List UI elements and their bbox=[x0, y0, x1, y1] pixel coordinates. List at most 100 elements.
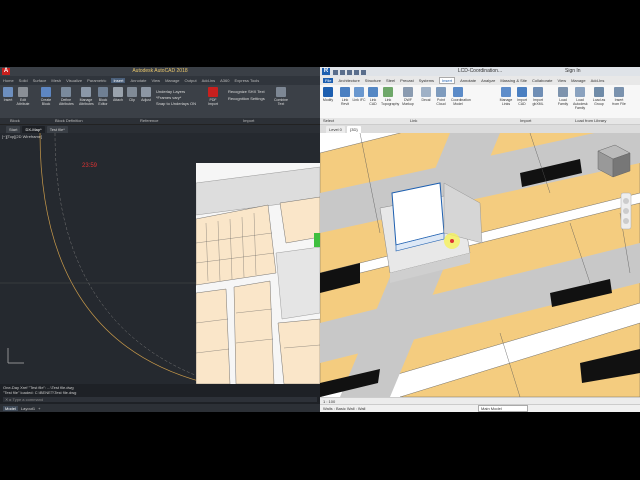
quick-access-toolbar[interactable] bbox=[333, 69, 368, 78]
revit-tab[interactable]: Steel bbox=[386, 78, 395, 83]
decal-button[interactable]: Decal bbox=[419, 87, 433, 102]
editor-icon bbox=[98, 87, 108, 97]
revit-ribbon: Modify Link Revit Link IFC Link CAD Link… bbox=[320, 85, 640, 125]
manage-attributes-button[interactable]: Manage Attributes bbox=[79, 87, 94, 106]
adjust-icon bbox=[141, 87, 151, 97]
revit-tab[interactable]: Massing & Site bbox=[500, 78, 527, 83]
tab-add[interactable]: + bbox=[38, 406, 40, 411]
command-placeholder[interactable]: Type a command bbox=[13, 397, 44, 402]
acad-tab[interactable]: Mesh bbox=[51, 78, 61, 83]
insert-from-file-button[interactable]: Insert from File bbox=[612, 87, 626, 106]
link-revit-button[interactable]: Link Revit bbox=[338, 87, 352, 106]
snap-underlays-dropdown[interactable]: Snap to Underlays ON bbox=[156, 101, 196, 107]
attribute-icon bbox=[18, 87, 28, 97]
revit-logo-icon[interactable]: R bbox=[322, 68, 330, 75]
panel-block[interactable]: Block bbox=[10, 118, 20, 124]
revit-tab[interactable]: Manage bbox=[571, 78, 585, 83]
revit-tab[interactable]: Add-Ins bbox=[591, 78, 605, 83]
panel-load-from-library[interactable]: Load from Library bbox=[575, 118, 606, 124]
acad-tab[interactable]: Add-ins bbox=[202, 78, 216, 83]
acad-drawing-area[interactable]: [−][Top][2D Wireframe] 23:59 bbox=[0, 133, 320, 384]
revit-3d-view[interactable] bbox=[320, 133, 640, 397]
acad-tab[interactable]: Home bbox=[3, 78, 14, 83]
revit-title: LCD-Coordination... bbox=[457, 68, 503, 74]
panel-import[interactable]: Import bbox=[243, 118, 254, 124]
clip-icon bbox=[127, 87, 137, 97]
panel-block-definition[interactable]: Block Definition bbox=[55, 118, 83, 124]
acad-tab[interactable]: Express Tools bbox=[234, 78, 259, 83]
acad-tab[interactable]: A360 bbox=[220, 78, 229, 83]
acad-tab[interactable]: Surface bbox=[33, 78, 47, 83]
load-family-button[interactable]: Load Family bbox=[556, 87, 570, 106]
revit-tab[interactable]: Analyze bbox=[481, 78, 495, 83]
panel-select[interactable]: Select bbox=[323, 118, 334, 124]
view-tab-level-0[interactable]: Level 0 bbox=[326, 126, 345, 133]
view-tab-3d[interactable]: {3D} bbox=[346, 126, 361, 133]
import-gbxml-button[interactable]: Import gbXML bbox=[531, 87, 545, 106]
load-family-icon bbox=[558, 87, 568, 97]
paperclip-icon bbox=[113, 87, 123, 97]
link-ifc-icon bbox=[354, 87, 364, 97]
link-ifc-button[interactable]: Link IFC bbox=[352, 87, 366, 102]
tab-layout1[interactable]: Layout1 bbox=[21, 406, 35, 411]
file-tab-dx-map[interactable]: DX-Map* bbox=[22, 126, 45, 133]
navigation-bar[interactable] bbox=[620, 192, 632, 230]
bottom-letterbox bbox=[0, 412, 640, 480]
revit-tab[interactable]: Annotate bbox=[460, 78, 476, 83]
block-editor-button[interactable]: Block Editor bbox=[96, 87, 110, 106]
revit-tab[interactable]: Precast bbox=[400, 78, 414, 83]
panel-reference[interactable]: Reference bbox=[140, 118, 158, 124]
edit-attribute-button[interactable]: Edit Attribute bbox=[16, 87, 30, 106]
dwf-icon bbox=[403, 87, 413, 97]
attach-button[interactable]: Attach bbox=[111, 87, 125, 102]
panel-link[interactable]: Link bbox=[410, 118, 417, 124]
revit-tab[interactable]: View bbox=[557, 78, 566, 83]
acad-tab[interactable]: Solid bbox=[19, 78, 28, 83]
link-topography-button[interactable]: Link Topography bbox=[381, 87, 399, 106]
revit-tab[interactable]: Architecture bbox=[338, 78, 359, 83]
acad-tab[interactable]: Output bbox=[185, 78, 197, 83]
combine-text-button[interactable]: Combine Text bbox=[274, 87, 288, 106]
acad-tab-insert[interactable]: Insert bbox=[111, 78, 126, 83]
manage-links-button[interactable]: Manage Links bbox=[499, 87, 513, 106]
revit-tab-file[interactable]: File bbox=[323, 78, 334, 83]
tab-model[interactable]: Model bbox=[3, 405, 18, 411]
acad-command-line: One-Day Xref "Test file": ...\Test file.… bbox=[0, 384, 320, 404]
create-block-button[interactable]: Create Block bbox=[39, 87, 53, 106]
coordination-model-button[interactable]: Coordination Model bbox=[451, 87, 471, 106]
define-attributes-button[interactable]: Define Attributes bbox=[59, 87, 74, 106]
main-model-dropdown[interactable]: Main Model bbox=[478, 405, 528, 412]
link-cad-button[interactable]: Link CAD bbox=[366, 87, 380, 106]
import-cad-button[interactable]: Import CAD bbox=[515, 87, 529, 106]
point-cloud-button[interactable]: Point Cloud bbox=[434, 87, 448, 106]
map-underlay[interactable] bbox=[196, 163, 320, 384]
sign-in-link[interactable]: Sign In bbox=[565, 67, 581, 76]
load-as-group-button[interactable]: Load as Group bbox=[592, 87, 606, 106]
pdf-import-button[interactable]: PDF Import bbox=[206, 87, 220, 106]
clip-button[interactable]: Clip bbox=[125, 87, 139, 102]
command-input[interactable]: ✕ ▸ Type a command bbox=[3, 397, 317, 402]
autocad-logo-icon[interactable]: A bbox=[2, 68, 10, 75]
recognition-settings-button[interactable]: Recognition Settings bbox=[228, 95, 265, 102]
acad-tab[interactable]: View bbox=[151, 78, 160, 83]
panel-import[interactable]: Import bbox=[520, 118, 531, 124]
revit-tab[interactable]: Structure bbox=[365, 78, 381, 83]
dwf-markup-button[interactable]: DWF Markup bbox=[401, 87, 415, 106]
insert-block-button[interactable]: Insert bbox=[1, 87, 15, 102]
acad-tab[interactable]: Annotate bbox=[130, 78, 146, 83]
acad-title: Autodesk AutoCAD 2018 bbox=[132, 68, 188, 74]
acad-tab[interactable]: Parametric bbox=[87, 78, 106, 83]
file-tab-test-file[interactable]: Test file* bbox=[46, 126, 68, 133]
recognize-shx-text-button[interactable]: Recognize SHX Text bbox=[228, 88, 265, 95]
revit-tab[interactable]: Systems bbox=[419, 78, 434, 83]
arc-curve bbox=[39, 133, 211, 384]
revit-window: R LCD-Coordination... Sign In File Archi… bbox=[320, 67, 640, 412]
acad-tab[interactable]: Visualize bbox=[66, 78, 82, 83]
revit-tab[interactable]: Collaborate bbox=[532, 78, 552, 83]
revit-tab-insert[interactable]: Insert bbox=[439, 77, 456, 84]
acad-tab[interactable]: Manage bbox=[165, 78, 179, 83]
adjust-button[interactable]: Adjust bbox=[139, 87, 153, 102]
file-tab-start[interactable]: Start bbox=[6, 126, 21, 133]
modify-button[interactable]: Modify bbox=[321, 87, 335, 102]
load-autodesk-family-button[interactable]: Load Autodesk Family bbox=[573, 87, 588, 110]
